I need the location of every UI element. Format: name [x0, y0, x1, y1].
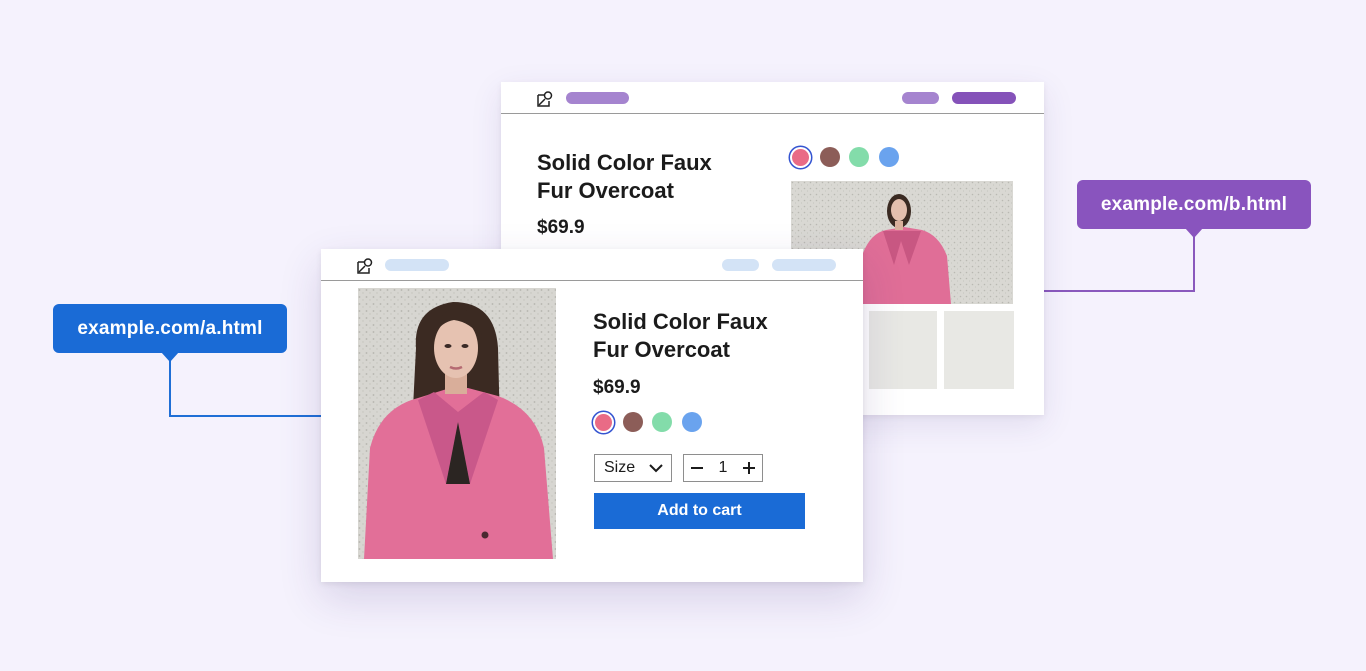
- page-a-window: Solid Color Faux Fur Overcoat $69.9 Size…: [321, 249, 863, 582]
- thumbnail-1[interactable]: [869, 311, 937, 389]
- size-select-label: Size: [604, 459, 636, 476]
- nav-pill-home[interactable]: [566, 92, 629, 104]
- nav-pill-link[interactable]: [722, 259, 759, 271]
- product-title: Solid Color Faux Fur Overcoat: [537, 150, 712, 203]
- connector-line-a-horizontal: [169, 415, 321, 417]
- connector-line-b-horizontal: [1044, 290, 1195, 292]
- color-swatch-blue[interactable]: [879, 147, 899, 167]
- page-b-navbar: [501, 82, 1044, 114]
- add-to-cart-button[interactable]: Add to cart: [594, 493, 805, 529]
- color-swatch-pink[interactable]: [595, 414, 612, 431]
- product-photo: [358, 288, 556, 559]
- color-swatch-pink[interactable]: [792, 149, 809, 166]
- nav-pill-active[interactable]: [952, 92, 1016, 104]
- nav-pill-link[interactable]: [902, 92, 939, 104]
- quantity-stepper[interactable]: 1: [683, 454, 763, 482]
- product-title: Solid Color Faux Fur Overcoat: [593, 309, 768, 362]
- connector-line-b-vertical: [1193, 229, 1195, 292]
- url-label-b: example.com/b.html: [1077, 180, 1311, 238]
- product-price: $69.9: [537, 217, 585, 238]
- plus-icon[interactable]: [742, 461, 756, 475]
- url-label-a: example.com/a.html: [53, 304, 287, 362]
- thumbnail-2[interactable]: [944, 311, 1014, 389]
- logo-icon: [357, 258, 373, 274]
- color-swatch-green[interactable]: [652, 412, 672, 432]
- color-swatch-blue[interactable]: [682, 412, 702, 432]
- minus-icon[interactable]: [690, 461, 704, 475]
- logo-icon: [537, 91, 553, 107]
- color-swatch-brown[interactable]: [820, 147, 840, 167]
- product-price: $69.9: [593, 377, 641, 398]
- color-swatch-green[interactable]: [849, 147, 869, 167]
- quantity-value: 1: [718, 459, 728, 476]
- size-select[interactable]: Size: [594, 454, 672, 482]
- chevron-down-icon: [649, 464, 663, 473]
- color-swatch-brown[interactable]: [623, 412, 643, 432]
- nav-pill-cta[interactable]: [772, 259, 836, 271]
- page-a-navbar: [321, 249, 863, 281]
- nav-pill-home[interactable]: [385, 259, 449, 271]
